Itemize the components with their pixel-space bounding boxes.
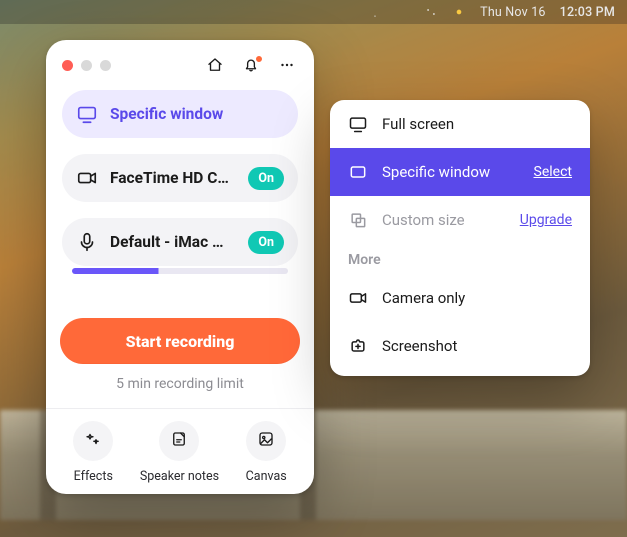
window-icon	[348, 162, 368, 182]
menu-label-camera-only: Camera only	[382, 289, 572, 307]
recording-limit-text: 5 min recording limit	[60, 376, 300, 392]
close-dot[interactable]	[62, 60, 73, 71]
home-icon[interactable]	[204, 54, 226, 76]
crop-icon	[348, 210, 368, 230]
menubar-bluetooth-icon	[340, 5, 354, 19]
camera-only-icon	[348, 288, 368, 308]
menu-item-specific-window[interactable]: Specific window Select	[330, 148, 590, 196]
menubar-wifi-icon	[368, 5, 382, 19]
minimize-dot[interactable]	[81, 60, 92, 71]
notes-icon	[170, 430, 188, 452]
display-icon	[348, 114, 368, 134]
start-recording-button[interactable]: Start recording	[60, 318, 300, 364]
more-icon[interactable]	[276, 54, 298, 76]
upgrade-link[interactable]: Upgrade	[520, 212, 572, 228]
menu-section-more: More	[330, 244, 590, 274]
canvas-button[interactable]: Canvas	[246, 421, 287, 484]
menubar-date[interactable]: Thu Nov 16	[480, 5, 546, 20]
menubar-sunburst-icon	[200, 5, 214, 19]
camera-label: FaceTime HD Ca...	[110, 169, 236, 187]
microphone-label: Default - iMac Mi...	[110, 233, 236, 251]
zoom-dot[interactable]	[100, 60, 111, 71]
recording-source-label: Specific window	[110, 105, 284, 123]
camera-status-chip: On	[248, 167, 284, 190]
menu-label-fullscreen: Full screen	[382, 115, 572, 133]
speaker-notes-button[interactable]: Speaker notes	[140, 421, 219, 484]
microphone-selector[interactable]: Default - iMac Mi... On	[62, 218, 298, 266]
speaker-notes-label: Speaker notes	[140, 469, 219, 484]
camera-selector[interactable]: FaceTime HD Ca... On	[62, 154, 298, 202]
select-link[interactable]: Select	[534, 164, 572, 180]
sparkles-icon	[84, 430, 102, 452]
menubar-search-icon[interactable]	[396, 5, 410, 19]
recording-source-selector[interactable]: Specific window	[62, 90, 298, 138]
menu-item-custom-size[interactable]: Custom size Upgrade	[330, 196, 590, 244]
window-traffic-lights[interactable]	[62, 60, 111, 71]
mic-icon	[76, 231, 98, 253]
menu-item-camera-only[interactable]: Camera only	[330, 274, 590, 322]
menu-item-screenshot[interactable]: Screenshot	[330, 322, 590, 370]
recorder-window: Specific window FaceTime HD Ca... On Def…	[46, 40, 314, 494]
mic-status-chip: On	[248, 231, 284, 254]
source-popover: Full screen Specific window Select Custo…	[330, 100, 590, 376]
menu-label-screenshot: Screenshot	[382, 337, 572, 355]
canvas-label: Canvas	[246, 469, 287, 484]
menubar-flag-icon	[256, 5, 270, 19]
menubar-time[interactable]: 12:03 PM	[560, 5, 615, 20]
menubar-sync-icon	[312, 5, 326, 19]
menubar-indicator-icon	[452, 5, 466, 19]
camera-icon	[76, 167, 98, 189]
menu-item-fullscreen[interactable]: Full screen	[330, 100, 590, 148]
menubar-paperplane-icon	[228, 5, 242, 19]
effects-button[interactable]: Effects	[73, 421, 113, 484]
menu-label-custom: Custom size	[382, 211, 506, 229]
macos-menubar: Thu Nov 16 12:03 PM	[0, 0, 627, 24]
menubar-swirl-icon	[284, 5, 298, 19]
screenshot-icon	[348, 336, 368, 356]
menubar-control-center-icon[interactable]	[424, 5, 438, 19]
effects-label: Effects	[74, 469, 113, 484]
monitor-icon	[76, 103, 98, 125]
notifications-icon[interactable]	[240, 54, 262, 76]
start-recording-label: Start recording	[126, 332, 235, 351]
canvas-icon	[257, 430, 275, 452]
menu-label-specific: Specific window	[382, 163, 520, 181]
